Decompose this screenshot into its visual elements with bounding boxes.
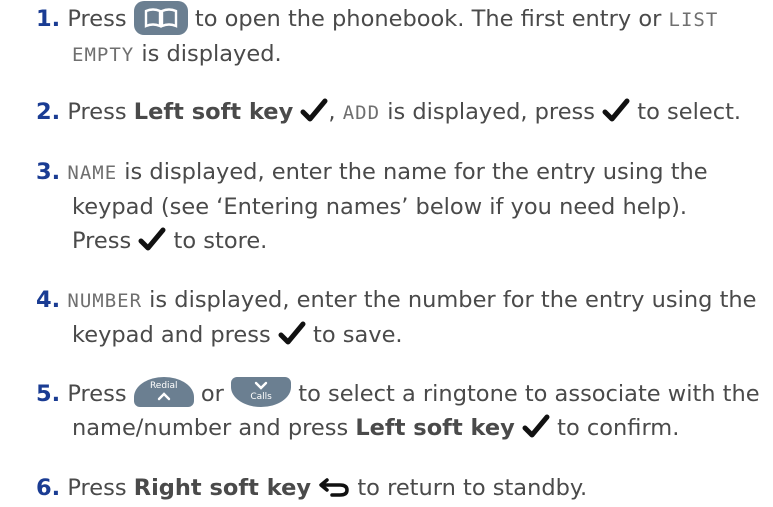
step-text: keypad (see ‘Entering names’ below if yo… <box>72 194 688 220</box>
step-text: to confirm. <box>557 415 680 441</box>
step-text: to return to standby. <box>357 475 588 501</box>
step-4: 4. NUMBER is displayed, enter the number… <box>36 283 768 352</box>
lcd-text-empty: EMPTY <box>72 44 135 66</box>
step-1: 1. Press to open the phonebook. The firs… <box>36 0 768 72</box>
step-5: 5. Press Redial or Calls to select a rin… <box>36 376 768 445</box>
redial-up-button-icon: Redial <box>133 376 194 407</box>
check-icon <box>278 321 306 344</box>
step-text: keypad and press <box>72 322 271 348</box>
lcd-text-list: LIST <box>668 9 719 31</box>
calls-label: Calls <box>250 391 272 402</box>
step-text: or <box>200 381 224 407</box>
step-text: is displayed. <box>141 41 282 67</box>
step-text: Press <box>72 228 132 254</box>
step-number: 2 <box>36 99 52 125</box>
step-number: 5 <box>36 381 52 407</box>
check-icon <box>602 98 630 121</box>
lcd-text-add: ADD <box>342 102 381 124</box>
step-number: 4 <box>36 287 52 313</box>
phonebook-button-icon <box>133 0 188 35</box>
step-text: to store. <box>173 228 268 254</box>
instructions-document: 1. Press to open the phonebook. The firs… <box>0 0 773 507</box>
step-text: to select a ringtone to associate with t… <box>298 381 760 407</box>
step-number: 6 <box>36 475 52 501</box>
step-text: to open the phonebook. The first entry o… <box>194 6 662 32</box>
key-name: Left soft key <box>355 415 515 441</box>
calls-down-icon <box>254 381 268 390</box>
step-text: is displayed, enter the name for the ent… <box>124 159 708 185</box>
step-text: to save. <box>313 322 403 348</box>
step-6: 6. Press Right soft key to return to sta… <box>36 471 768 505</box>
step-number: 3 <box>36 159 52 185</box>
phonebook-icon <box>144 7 177 28</box>
key-name: Right soft key <box>133 475 312 501</box>
calls-down-button-icon: Calls <box>231 376 292 407</box>
key-name: Left soft key <box>133 99 294 125</box>
check-icon <box>300 98 328 121</box>
lcd-text-number: NUMBER <box>67 290 143 312</box>
step-text: name/number and press <box>72 415 349 441</box>
redial-up-icon <box>157 391 170 400</box>
step-3: 3. NAME is displayed, enter the name for… <box>36 155 768 258</box>
step-text: Press <box>67 99 127 125</box>
step-text: is displayed, enter the number for the e… <box>149 287 757 313</box>
step-number: 1 <box>36 6 52 32</box>
step-2: 2. Press Left soft key , ADD is displaye… <box>36 95 768 130</box>
step-text: is displayed, press <box>387 99 595 125</box>
step-text: Press <box>67 381 127 407</box>
back-arrow-icon <box>319 477 349 497</box>
step-text: to select. <box>637 99 742 125</box>
redial-label: Redial <box>149 380 178 391</box>
step-text: Press <box>67 475 127 501</box>
lcd-text-name: NAME <box>67 162 118 184</box>
check-icon <box>522 414 550 437</box>
check-icon <box>138 227 166 250</box>
step-text: Press <box>67 6 127 32</box>
